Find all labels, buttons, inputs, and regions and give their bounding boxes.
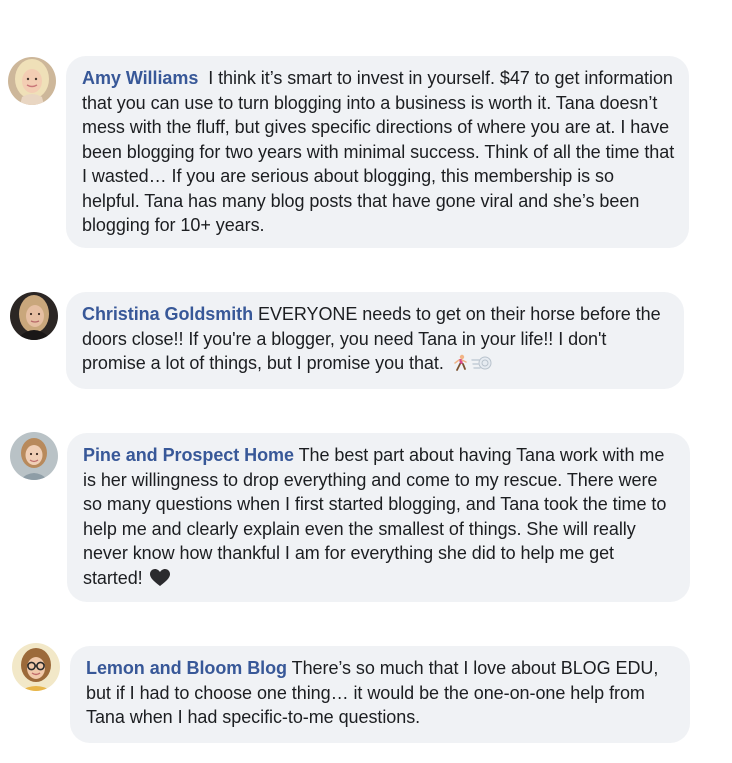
comment-bubble: Lemon and Bloom Blog There’s so much tha… xyxy=(70,646,690,743)
comment-text: Christina Goldsmith EVERYONE needs to ge… xyxy=(82,302,670,376)
comment-author-link[interactable]: Amy Williams xyxy=(82,68,198,88)
comment-text: Lemon and Bloom Blog There’s so much tha… xyxy=(86,656,676,730)
comment-bubble: Pine and Prospect Home The best part abo… xyxy=(67,433,690,602)
avatar[interactable] xyxy=(12,643,60,691)
comment-author-link[interactable]: Christina Goldsmith xyxy=(82,304,253,324)
comment-body: I think it’s smart to invest in yourself… xyxy=(82,68,675,235)
avatar[interactable] xyxy=(8,57,56,105)
comment-bubble: Christina Goldsmith EVERYONE needs to ge… xyxy=(66,292,684,389)
running-woman-icon xyxy=(451,354,469,372)
avatar[interactable] xyxy=(10,292,58,340)
dash-icon xyxy=(471,354,493,372)
black-heart-icon xyxy=(149,568,170,587)
avatar[interactable] xyxy=(10,432,58,480)
comment-text: Amy Williams I think it’s smart to inves… xyxy=(82,66,675,238)
comment-author-link[interactable]: Lemon and Bloom Blog xyxy=(86,658,287,678)
comment-text: Pine and Prospect Home The best part abo… xyxy=(83,443,676,590)
comment-bubble: Amy Williams I think it’s smart to inves… xyxy=(66,56,689,248)
comment-body: The best part about having Tana work wit… xyxy=(83,445,667,588)
comment-author-link[interactable]: Pine and Prospect Home xyxy=(83,445,294,465)
